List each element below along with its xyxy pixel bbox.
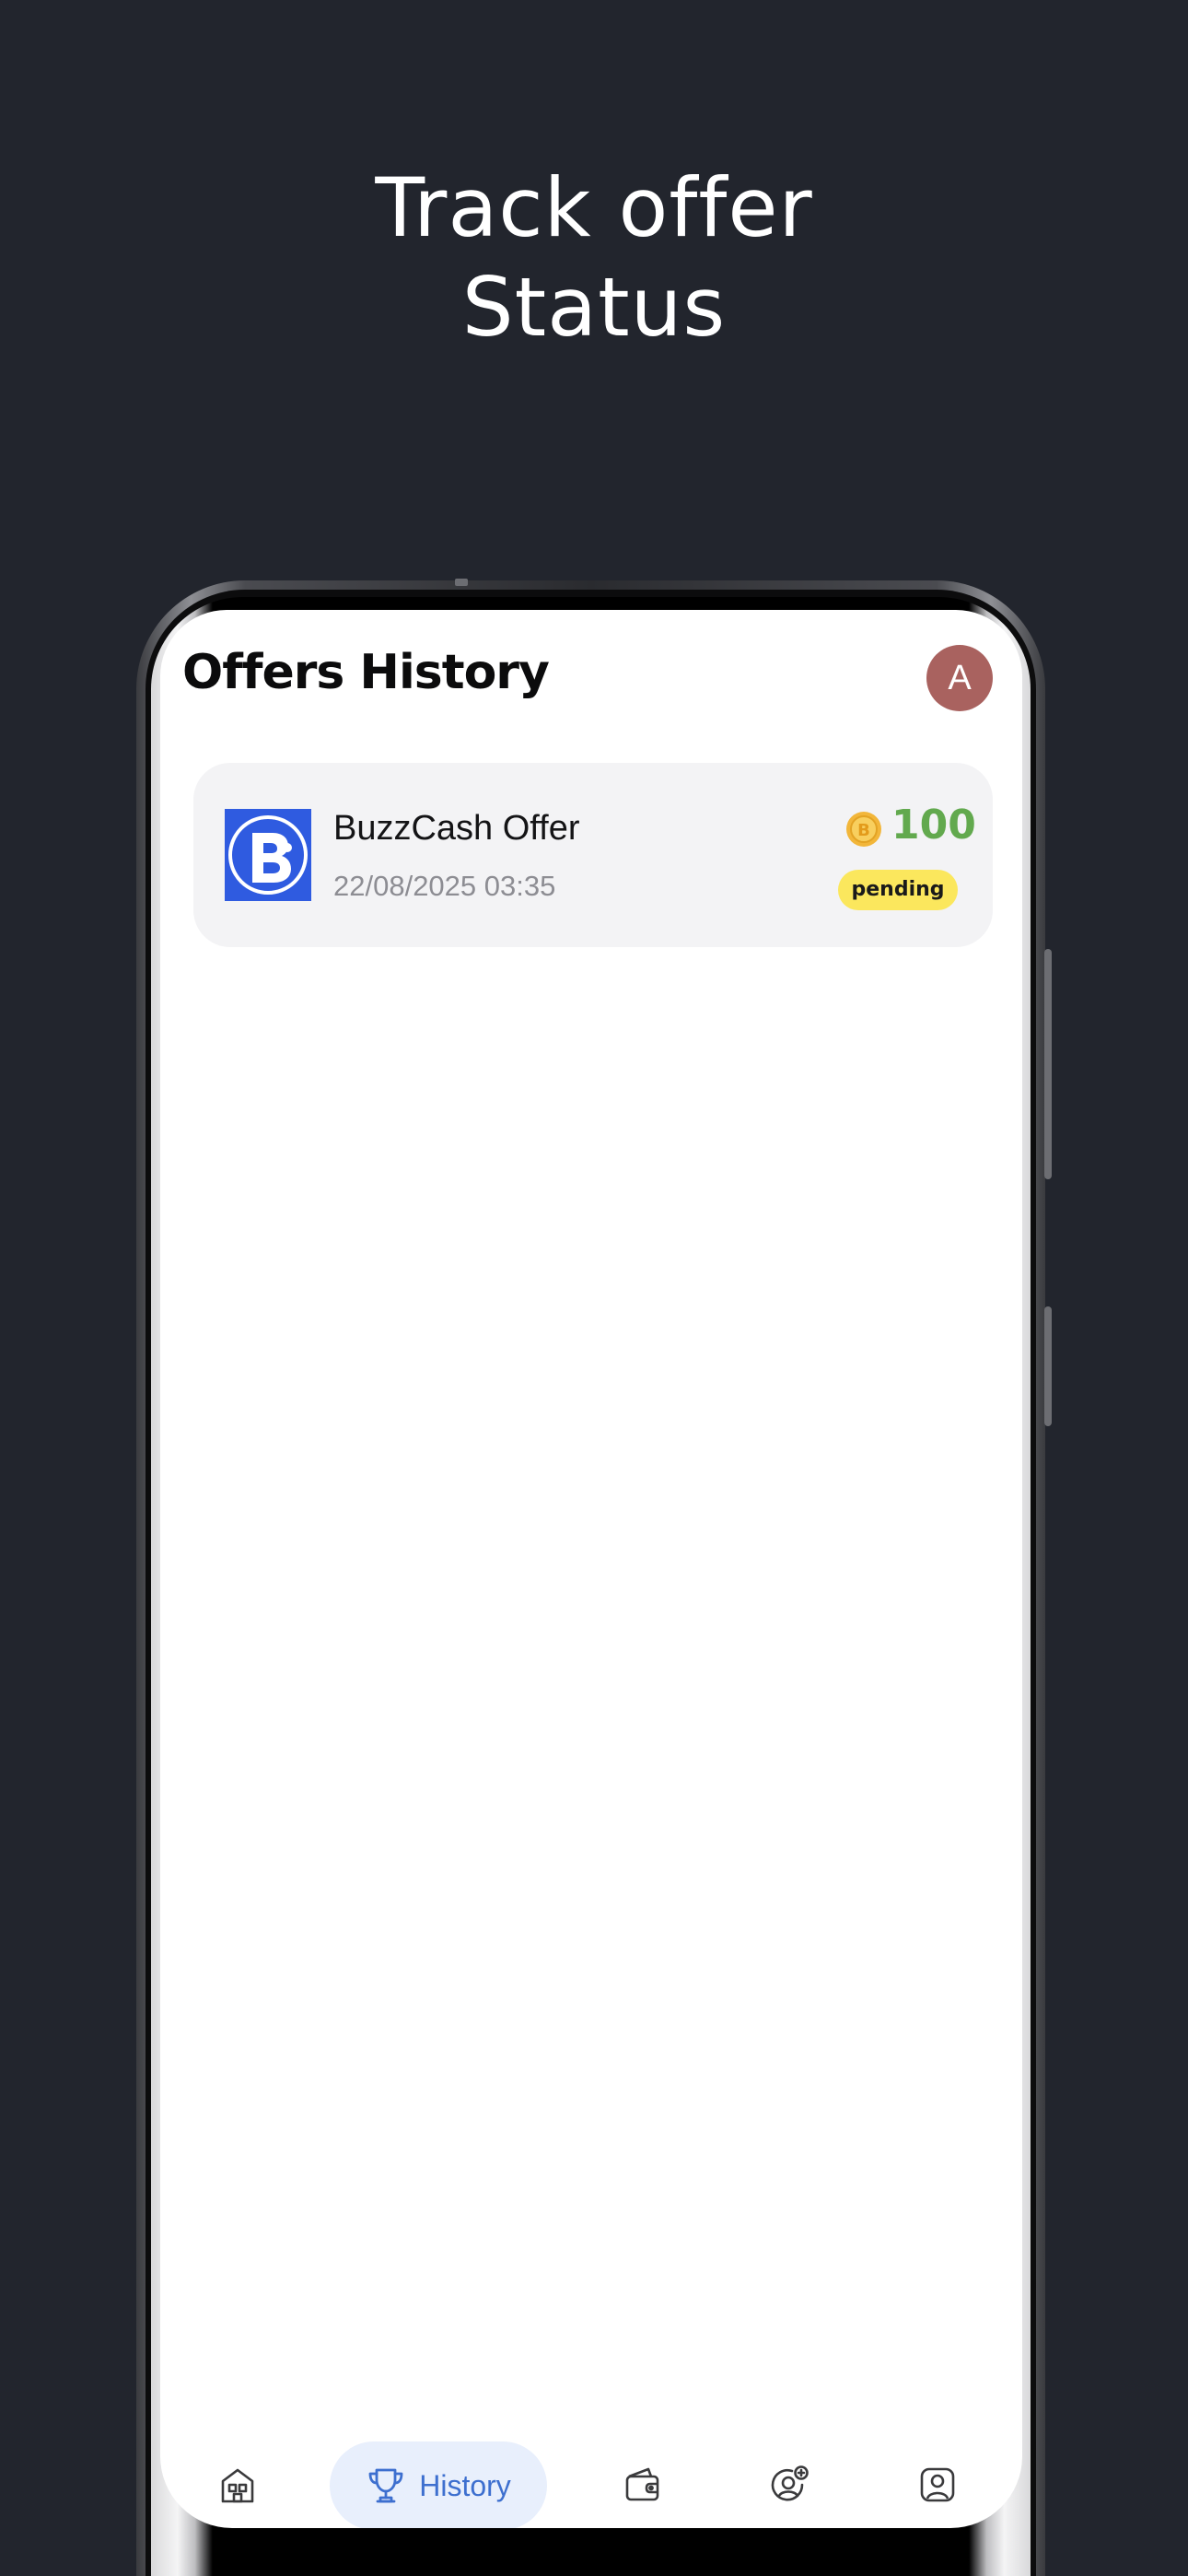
nav-home[interactable] bbox=[197, 2441, 278, 2528]
status-badge: pending bbox=[838, 870, 958, 910]
home-icon bbox=[221, 2468, 254, 2503]
offer-date: 22/08/2025 03:35 bbox=[333, 870, 556, 902]
profile-icon bbox=[920, 2467, 955, 2502]
promo-headline-line1: Track offer bbox=[375, 160, 813, 255]
offer-name: BuzzCash Offer bbox=[333, 809, 580, 848]
coin-icon: B bbox=[846, 812, 881, 847]
svg-text:B: B bbox=[857, 821, 870, 840]
promo-headline-line2: Status bbox=[461, 260, 727, 355]
nav-history-label: History bbox=[419, 2468, 511, 2502]
buzzcash-logo-icon bbox=[225, 809, 311, 901]
phone-side-button-upper bbox=[1044, 949, 1052, 1179]
phone-top-notch bbox=[455, 579, 468, 586]
phone-side-button-lower bbox=[1044, 1306, 1052, 1426]
referral-user-icon bbox=[771, 2465, 809, 2501]
bottom-navigation: History bbox=[160, 2441, 1022, 2528]
nav-history[interactable]: History bbox=[330, 2441, 547, 2528]
promo-headline: Track offer Status bbox=[0, 158, 1188, 357]
nav-wallet[interactable] bbox=[602, 2441, 683, 2528]
wallet-icon bbox=[625, 2467, 659, 2501]
nav-profile[interactable] bbox=[897, 2441, 978, 2528]
trophy-icon bbox=[368, 2468, 403, 2503]
page-title: Offers History bbox=[182, 645, 550, 700]
offer-history-item[interactable]: BuzzCash Offer 22/08/2025 03:35 B 100 pe… bbox=[193, 763, 993, 947]
offer-amount: 100 bbox=[891, 802, 976, 849]
nav-referral[interactable] bbox=[750, 2441, 831, 2528]
avatar[interactable]: A bbox=[926, 645, 993, 711]
app-screen: Offers History A BuzzCash Offer 22/08/20… bbox=[160, 610, 1022, 2528]
